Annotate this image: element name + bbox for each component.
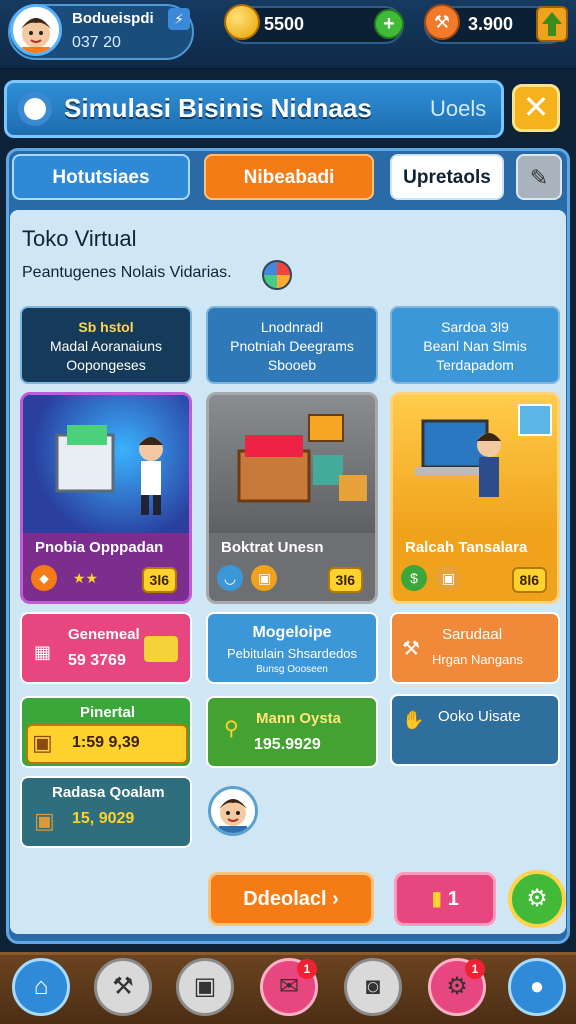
- cup-icon: ◡: [217, 565, 243, 591]
- tile-value: Pebitulain Shsardedos: [226, 646, 358, 661]
- tile-value: 15, 9029: [72, 810, 135, 827]
- tile-extra: Bunsg Oooseen: [256, 664, 328, 675]
- info-line: Pnotniah Deegrams: [230, 338, 354, 354]
- info-line: Beanl Nan Slmis: [423, 338, 527, 354]
- box-icon: ▣: [251, 565, 278, 591]
- hand-icon: ✋: [402, 710, 425, 730]
- level-up-icon[interactable]: ⚡: [168, 8, 190, 30]
- tool-icon: ⚒: [402, 638, 420, 660]
- player-avatar[interactable]: [10, 4, 62, 56]
- camera-nav-button[interactable]: ◙: [344, 958, 402, 1016]
- shop-nav-button[interactable]: ✉ 1: [260, 958, 318, 1016]
- card-value: 3l6: [327, 567, 363, 593]
- card-stats: ◡ ▣ 3l6: [217, 565, 367, 595]
- business-card[interactable]: Ralcah Tansalara $ ▣ 8l6: [390, 392, 560, 604]
- tile-name: Genemeal: [68, 626, 140, 643]
- card-stats: ⬥ ★★ 3l6: [31, 565, 181, 595]
- title-subtitle: Uoels: [430, 96, 487, 121]
- tile-name: Mann Oysta: [256, 710, 342, 727]
- business-card[interactable]: Pnobia Opppadan ⬥ ★★ 3l6: [20, 392, 192, 604]
- item-count-button[interactable]: ▮ 1: [394, 872, 496, 926]
- stars-icon: ★★: [72, 570, 98, 586]
- tile-mogeloipe[interactable]: Mogeloipe Pebitulain Shsardedos Bunsg Oo…: [206, 612, 378, 684]
- player-level: 037 20: [72, 34, 121, 51]
- tile-value: Hrgan Nangans: [432, 652, 524, 667]
- tab-3[interactable]: Upretaols: [390, 154, 504, 200]
- player-face-icon: [21, 18, 51, 53]
- card-stats: $ ▣ 8l6: [401, 565, 551, 595]
- crate-icon: ▣: [34, 808, 55, 833]
- store-title: Toko Virtual: [22, 226, 137, 251]
- card-value: 8l6: [511, 567, 547, 593]
- info-line: Sbooeb: [267, 357, 317, 373]
- tile-name: Mogeloipe: [252, 624, 332, 641]
- info-line: Sb hstol: [78, 319, 134, 335]
- card-name: Ralcah Tansalara: [405, 539, 528, 556]
- page-title: Simulasi Bisinis Nidnaas: [64, 93, 372, 123]
- home-nav-button[interactable]: ⌂: [12, 958, 70, 1016]
- tile-value: 1:59 9,39: [72, 734, 140, 751]
- info-box[interactable]: Lnodnradl Pnotniah Deegrams Sbooeb: [206, 306, 378, 384]
- card-illustration: [23, 395, 189, 533]
- card-illustration: [209, 395, 375, 533]
- card-name: Pnobia Opppadan: [35, 539, 164, 556]
- tile-name: Pinertal: [80, 704, 136, 721]
- settings-nav-button[interactable]: ⚙ 1: [428, 958, 486, 1016]
- info-box[interactable]: Sb hstol Madal Aoranaiuns Oopongeses: [20, 306, 192, 384]
- coin-value: 5500: [264, 14, 305, 34]
- info-line: Terdapadom: [436, 357, 514, 373]
- close-button[interactable]: ✕: [512, 84, 560, 132]
- tab-1[interactable]: Hotutsiaes: [12, 154, 190, 200]
- tile-ooko-uisate[interactable]: ✋ Ooko Uisate: [390, 694, 560, 766]
- advisor-face-icon: [219, 799, 247, 833]
- beach-ball-icon: [262, 260, 292, 290]
- crate-icon: ▣: [32, 730, 53, 755]
- card-illustration: [393, 395, 557, 533]
- notification-badge: 1: [465, 959, 485, 979]
- tile-value: 59 3769: [68, 652, 126, 669]
- tile-name: Radasa Qoalam: [52, 784, 165, 801]
- tile-mann-oysta[interactable]: ⚲ Mann Oysta 195.9929: [206, 696, 378, 768]
- safe-nav-button[interactable]: ▣: [176, 958, 234, 1016]
- card-name: Boktrat Unesn: [221, 539, 324, 556]
- key-icon: ⚲: [224, 718, 239, 740]
- business-card[interactable]: Boktrat Unesn ◡ ▣ 3l6: [206, 392, 378, 604]
- gem-value: 3.900: [468, 14, 514, 34]
- tile-pinertal[interactable]: Pinertal ▣ 1:59 9,39: [20, 696, 192, 768]
- edit-tab-button[interactable]: ✎: [516, 154, 562, 200]
- calendar-icon: ▦: [34, 642, 52, 662]
- arrow-up-icon[interactable]: [536, 6, 568, 42]
- info-line: Oopongeses: [66, 357, 146, 373]
- coin-icon: [224, 4, 260, 40]
- go-button[interactable]: Ddeolacl ›: [208, 872, 374, 926]
- info-box[interactable]: Sardoa 3l9 Beanl Nan Slmis Terdapadom: [390, 306, 560, 384]
- fire-icon: ⬥: [31, 565, 57, 591]
- tile-radasa-qoalam[interactable]: Radasa Qoalam ▣ 15, 9029: [20, 776, 192, 848]
- block-icon: [144, 636, 178, 662]
- notification-badge: 1: [297, 959, 317, 979]
- cash-icon: $: [401, 565, 427, 591]
- settings-round-button[interactable]: ⚙: [508, 870, 566, 928]
- trophy-icon: ▮: [431, 888, 443, 910]
- settings-gear-icon[interactable]: [18, 92, 52, 126]
- info-line: Madal Aoranaiuns: [49, 338, 163, 354]
- add-coins-button[interactable]: +: [374, 9, 404, 39]
- store-subtitle: Peantugenes Nolais Vidarias.: [22, 264, 232, 281]
- tile-name: Ooko Uisate: [438, 708, 521, 725]
- profile-nav-button[interactable]: ●: [508, 958, 566, 1016]
- info-line: Lnodnradl: [260, 319, 324, 335]
- tile-name: Sarudaal: [442, 626, 503, 643]
- advisor-avatar[interactable]: [208, 786, 258, 836]
- box-icon: ▣: [435, 565, 462, 591]
- info-line: Sardoa 3l9: [441, 319, 509, 335]
- tab-2[interactable]: Nibeabadi: [204, 154, 374, 200]
- tile-sarudaal[interactable]: ⚒ Sarudaal Hrgan Nangans: [390, 612, 560, 684]
- tile-value: 195.9929: [254, 736, 321, 753]
- wrench-icon: ⚒: [424, 4, 460, 40]
- card-value: 3l6: [141, 567, 177, 593]
- build-nav-button[interactable]: ⚒: [94, 958, 152, 1016]
- player-name: Bodueispdi: [72, 10, 154, 27]
- tile-general[interactable]: Genemeal 59 3769 ▦: [20, 612, 192, 684]
- item-count: 1: [447, 888, 459, 910]
